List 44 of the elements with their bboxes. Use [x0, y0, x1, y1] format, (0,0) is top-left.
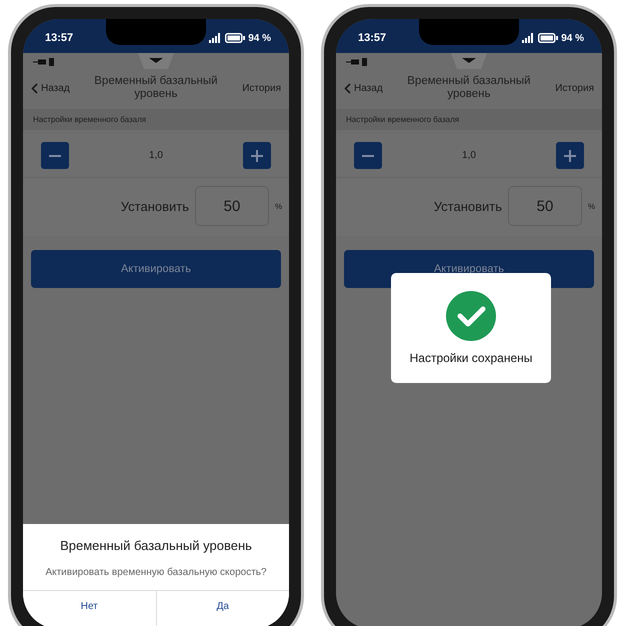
section-header: Настройки временного базаля	[23, 109, 289, 130]
dialog-message: Активировать временную базальную скорость?	[45, 567, 267, 578]
toast-message: Настройки сохранены	[410, 351, 532, 365]
unit-label: %	[275, 202, 284, 211]
minus-icon	[362, 154, 374, 157]
chevron-left-icon	[31, 82, 38, 94]
screen-title: Временный базальный уровень	[93, 75, 219, 102]
percent-field[interactable]: 50	[508, 186, 582, 226]
status-time: 13:57	[358, 32, 386, 44]
battery-percent: 94 %	[248, 32, 271, 44]
stepper-value: 1,0	[462, 150, 476, 162]
pull-down-tab[interactable]	[451, 53, 487, 69]
plus-icon	[563, 148, 577, 163]
decrease-button[interactable]	[41, 142, 69, 170]
minus-icon	[49, 154, 61, 157]
battery-icon	[225, 33, 246, 43]
increase-button[interactable]	[556, 142, 584, 170]
percent-field[interactable]: 50	[195, 186, 269, 226]
status-time: 13:57	[45, 32, 74, 44]
chevron-left-icon	[344, 82, 351, 94]
signal-icon	[521, 33, 536, 43]
set-label: Установить	[434, 198, 502, 214]
set-label: Установить	[120, 198, 189, 214]
unit-label: %	[588, 202, 596, 211]
pull-down-tab[interactable]	[138, 53, 174, 69]
plus-icon	[250, 148, 264, 163]
history-link[interactable]: История	[555, 82, 594, 94]
decrease-button[interactable]	[354, 142, 382, 170]
battery-icon	[538, 33, 558, 43]
section-header: Настройки временного базаля	[336, 109, 602, 130]
screen-title: Временный базальный уровень	[406, 75, 532, 102]
battery-percent: 94 %	[561, 32, 584, 44]
stepper-value: 1,0	[149, 150, 163, 162]
dialog-title: Временный базальный уровень	[60, 538, 252, 553]
pump-icon	[33, 58, 55, 66]
back-button[interactable]: Назад	[344, 82, 383, 94]
signal-icon	[208, 33, 222, 43]
pump-icon	[346, 58, 368, 66]
back-button[interactable]: Назад	[31, 82, 70, 94]
history-link[interactable]: История	[242, 82, 281, 94]
dialog-button[interactable]: Да	[156, 591, 289, 626]
activate-button[interactable]: Активировать	[31, 250, 281, 288]
increase-button[interactable]	[243, 142, 271, 170]
checkmark-icon	[446, 291, 496, 341]
